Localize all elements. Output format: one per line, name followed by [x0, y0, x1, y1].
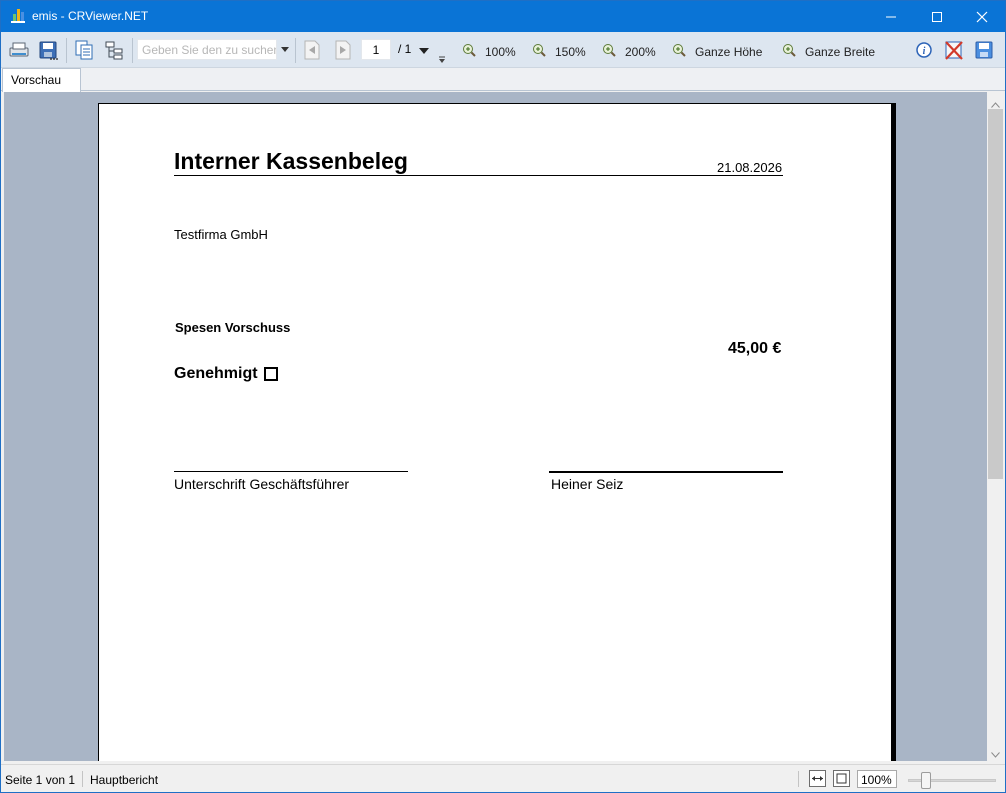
tab-strip: Vorschau: [1, 68, 1005, 92]
report-page: Interner Kassenbeleg 21.08.2026 Testfirm…: [98, 103, 892, 761]
zoom-100-label: 100%: [485, 45, 516, 59]
zoom-icon: [672, 43, 686, 57]
toolbar-separator: [132, 38, 133, 63]
crviewer-window: emis - CRViewer.NET Geben Sie den zu suc…: [0, 0, 1006, 793]
vertical-scrollbar[interactable]: [987, 92, 1004, 761]
signature-label-right: Heiner Seiz: [551, 476, 624, 492]
print-icon[interactable]: [8, 39, 30, 61]
page-total: / 1: [398, 42, 412, 56]
signature-label-left: Unterschrift Geschäftsführer: [174, 476, 350, 492]
toolbar-separator: [295, 38, 296, 63]
zoom-icon: [602, 43, 616, 57]
search-dropdown-icon[interactable]: [279, 39, 291, 60]
fit-page-icon[interactable]: [833, 770, 850, 787]
report-toolbar: Geben Sie den zu suchen 1 / 1 100% 150% …: [1, 32, 1005, 68]
signature-line-right: [549, 471, 783, 473]
close-report-icon[interactable]: [943, 39, 965, 61]
window-title: emis - CRViewer.NET: [32, 9, 149, 23]
zoom-page-width-label: Ganze Breite: [805, 45, 876, 59]
copy-icon[interactable]: [73, 39, 95, 61]
maximize-button[interactable]: [914, 1, 960, 32]
zoom-slider-thumb[interactable]: [921, 772, 931, 789]
expense-item-label: Spesen Vorschuss: [175, 320, 291, 335]
fit-width-icon[interactable]: [809, 770, 826, 787]
page-number-input[interactable]: 1: [361, 39, 391, 60]
approved-label: Genehmigt: [174, 365, 258, 382]
zoom-icon: [532, 43, 546, 57]
next-page-icon[interactable]: [332, 39, 354, 61]
zoom-page-height-label: Ganze Höhe: [695, 45, 763, 59]
page-dropdown-icon[interactable]: [419, 44, 429, 58]
group-tree-icon[interactable]: [104, 39, 126, 61]
status-bar: Seite 1 von 1 Hauptbericht 100%: [1, 764, 1005, 792]
document-date: 21.08.2026: [717, 160, 783, 175]
status-page-info: Seite 1 von 1: [5, 773, 76, 787]
zoom-150-label: 150%: [555, 45, 586, 59]
svg-text:i: i: [923, 46, 926, 57]
search-input[interactable]: Geben Sie den zu suchen: [137, 39, 277, 60]
close-button[interactable]: [959, 1, 1005, 32]
scrollbar-thumb[interactable]: [988, 109, 1003, 479]
previous-page-icon[interactable]: [301, 39, 323, 61]
export-icon[interactable]: [37, 39, 59, 61]
scroll-down-icon[interactable]: [991, 747, 1000, 761]
title-underline: [174, 175, 783, 176]
title-bar: emis - CRViewer.NET: [1, 1, 1005, 32]
signature-line-left: [174, 471, 408, 472]
zoom-icon: [462, 43, 476, 57]
status-separator: [82, 771, 83, 787]
document-title: Interner Kassenbeleg: [174, 148, 408, 174]
report-preview-area: Interner Kassenbeleg 21.08.2026 Testfirm…: [4, 92, 987, 761]
info-icon[interactable]: i: [913, 39, 935, 61]
approved-checkbox: [264, 367, 278, 381]
save-icon[interactable]: [973, 39, 995, 61]
status-zoom-input[interactable]: 100%: [857, 770, 897, 788]
status-separator: [798, 771, 799, 787]
zoom-icon: [782, 43, 796, 57]
status-report-name: Hauptbericht: [90, 773, 159, 787]
tab-vorschau[interactable]: Vorschau: [2, 68, 81, 92]
expense-amount: 45,00 €: [728, 340, 782, 357]
zoom-200-label: 200%: [625, 45, 656, 59]
app-icon: [10, 8, 26, 24]
minimize-button[interactable]: [868, 1, 914, 32]
toolbar-overflow-icon[interactable]: [438, 53, 446, 67]
toolbar-separator: [66, 38, 67, 63]
company-name: Testfirma GmbH: [174, 227, 268, 242]
